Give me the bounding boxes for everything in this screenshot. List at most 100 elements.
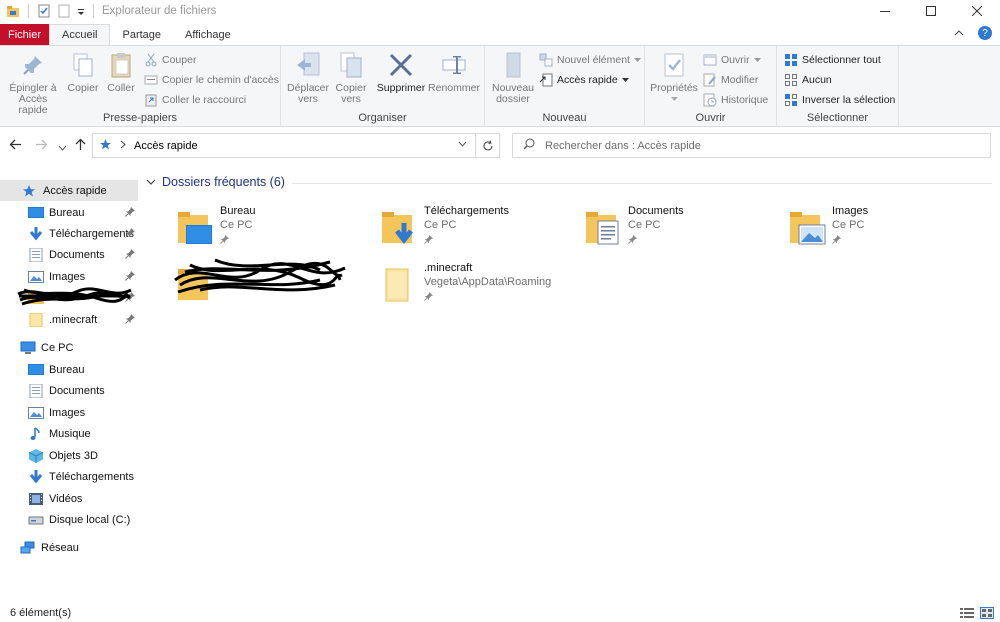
nav-quick-bureau[interactable]: Bureau [0,202,138,223]
rename-label: Renommer [428,82,480,94]
invert-selection-icon [784,93,798,107]
new-group-label: Nouveau [542,112,587,124]
nav-pc-music[interactable]: Musique [0,423,138,444]
nav-quick-minecraft[interactable]: .minecraft [0,309,138,330]
select-none-button[interactable]: Aucun [784,73,832,87]
help-icon[interactable]: ? [978,26,992,40]
new-item-dropdown[interactable]: Nouvel élément [539,53,641,67]
folder-tile-images[interactable]: Images Ce PC [790,205,990,255]
pin-icon[interactable] [125,271,135,281]
pin-quick-access-button[interactable]: Épingler à Accès rapide [4,51,62,116]
easy-access-dropdown[interactable]: Accès rapide [539,73,629,87]
nav-quick-documents[interactable]: Documents [0,244,138,265]
tab-view[interactable]: Affichage [173,24,243,45]
nav-pc-documents[interactable]: Documents [0,380,138,401]
invert-selection-button[interactable]: Inverser la sélection [784,93,895,107]
up-arrow-icon[interactable] [74,138,87,154]
refresh-button[interactable] [476,133,500,158]
open-label: Ouvrir [721,54,750,66]
title-bar: Explorateur de fichiers [0,0,1000,22]
documents-icon [28,383,44,398]
properties-qat-icon[interactable] [37,4,51,18]
copy-to-button[interactable]: Copier vers [331,51,371,105]
search-box[interactable]: Rechercher dans : Accès rapide [512,133,991,158]
nav-pc-downloads[interactable]: Téléchargements [0,466,138,487]
properties-button[interactable]: Propriétés [649,51,699,105]
explorer-app-icon [6,4,20,18]
nav-pc-images[interactable]: Images [0,402,138,423]
open-dropdown[interactable]: Ouvrir [703,53,761,67]
pin-icon [220,235,229,244]
paste-button[interactable]: Coller [104,51,138,94]
edit-button[interactable]: Modifier [703,73,758,87]
pictures-icon [28,406,44,420]
pin-icon[interactable] [125,249,135,259]
easy-access-label: Accès rapide [557,74,618,86]
pictures-folder-icon [790,209,826,245]
copy-button[interactable]: Copier [66,51,100,94]
address-bar[interactable]: Accès rapide [92,133,476,158]
nav-label: Documents [49,384,105,397]
tab-file[interactable]: Fichier [0,24,50,45]
delete-button[interactable]: Supprimer [374,51,428,94]
refresh-icon [483,139,492,150]
nav-label: Téléchargements [49,470,134,483]
pin-icon[interactable] [125,207,135,217]
folder-location: Ce PC [424,219,457,231]
pin-icon [832,235,841,244]
address-history-chevron-icon[interactable] [458,140,467,152]
folder-tile-minecraft[interactable]: .minecraft Vegeta\AppData\Roaming [382,262,582,312]
nav-pc-local-disk[interactable]: Disque local (C:) [0,509,138,530]
redaction-scribble [17,287,132,306]
folder-tile-downloads[interactable]: Téléchargements Ce PC [382,205,582,255]
move-to-button[interactable]: Déplacer vers [286,51,330,105]
view-switcher [960,607,994,619]
ribbon: Épingler à Accès rapide Copier Coller Co… [0,45,1000,127]
move-to-icon [294,51,322,79]
recent-locations-chevron-icon[interactable] [58,140,67,156]
history-button[interactable]: Historique [703,93,768,107]
folder-location: Vegeta\AppData\Roaming [424,276,552,288]
paste-shortcut-label: Coller le raccourci [162,94,247,106]
large-icons-view-icon[interactable] [980,607,994,619]
select-all-button[interactable]: Sélectionner tout [784,53,881,67]
nav-network[interactable]: Réseau [0,537,138,558]
folder-name: .minecraft [424,262,473,274]
forward-arrow-icon[interactable] [35,138,48,154]
navigation-bar: Accès rapide Rechercher dans : Accès rap… [0,132,1000,160]
new-folder-icon [499,51,527,79]
frequent-folders-header[interactable]: Dossiers fréquents (6) [146,175,285,189]
nav-this-pc[interactable]: Ce PC [0,337,138,358]
select-all-icon [784,53,798,67]
pin-icon[interactable] [125,314,135,324]
nav-label: Objets 3D [49,449,98,462]
back-arrow-icon[interactable] [9,138,22,154]
desktop-icon [28,363,44,377]
collapse-ribbon-icon[interactable] [954,26,964,43]
new-folder-button[interactable]: Nouveau dossier [489,51,537,105]
nav-pc-bureau[interactable]: Bureau [0,359,138,380]
customize-qat-dropdown-icon[interactable] [77,4,85,18]
paste-shortcut-button[interactable]: Coller le raccourci [144,93,246,107]
breadcrumb-current[interactable]: Accès rapide [134,140,198,152]
close-button[interactable] [954,0,1000,22]
nav-pc-3d-objects[interactable]: Objets 3D [0,445,138,466]
nav-label: Téléchargements [49,227,134,240]
tab-home[interactable]: Accueil [49,24,111,45]
nav-quick-downloads[interactable]: Téléchargements [0,223,138,244]
nav-quick-access[interactable]: Accès rapide [0,180,138,201]
folder-tile-documents[interactable]: Documents Ce PC [586,205,786,255]
pin-icon[interactable] [125,228,135,238]
maximize-button[interactable] [908,0,954,22]
new-folder-qat-icon[interactable] [57,4,71,18]
details-view-icon[interactable] [960,607,974,619]
folder-tile-bureau[interactable]: Bureau Ce PC [178,205,378,255]
rename-button[interactable]: Renommer [426,51,482,94]
cut-button[interactable]: Couper [144,53,196,67]
tab-share[interactable]: Partage [110,24,173,45]
nav-pc-videos[interactable]: Vidéos [0,488,138,509]
copy-path-button[interactable]: Copier le chemin d'accès [144,73,279,87]
minimize-button[interactable] [862,0,908,22]
breadcrumb-separator-icon[interactable] [120,140,126,152]
window-title: Explorateur de fichiers [102,5,217,17]
